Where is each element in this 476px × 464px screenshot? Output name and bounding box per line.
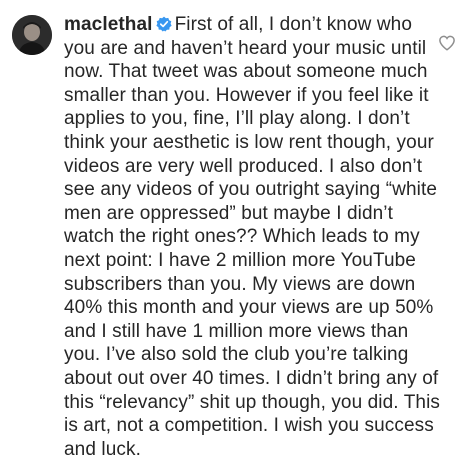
heart-icon[interactable]	[438, 34, 456, 52]
avatar[interactable]	[12, 15, 52, 55]
comment-text: First of all, I don’t know who you are a…	[64, 14, 440, 460]
verified-badge-icon	[155, 16, 172, 32]
username-link[interactable]: maclethal	[64, 14, 153, 35]
avatar-image	[12, 15, 52, 55]
comment-body: maclethal First of all, I don’t know who …	[64, 13, 442, 461]
comment-row: maclethal First of all, I don’t know who …	[0, 0, 476, 464]
